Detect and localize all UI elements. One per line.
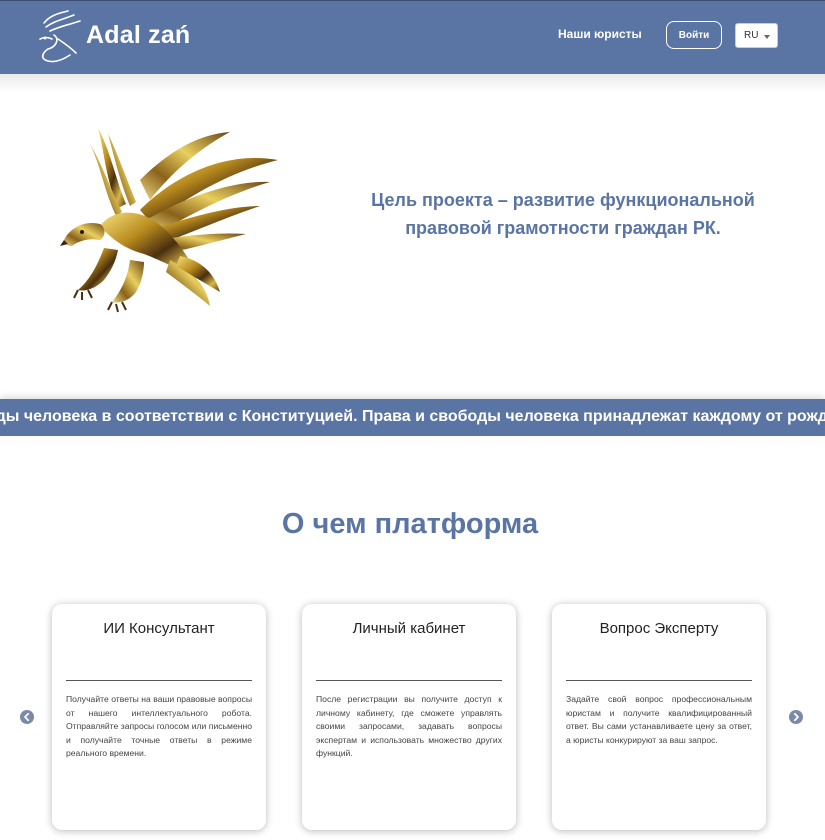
constitution-marquee: оды человека в соответствии с Конституци…	[0, 399, 825, 436]
section-title: О чем платформа	[281, 508, 539, 540]
card-title: ИИ Консультант	[103, 620, 215, 637]
feature-card-ai-consultant[interactable]: ИИ Консультант Получайте ответы на ваши …	[52, 604, 266, 830]
card-divider	[66, 680, 252, 681]
chevron-left-icon	[24, 712, 30, 722]
header-shadow	[0, 74, 825, 92]
carousel-prev-button[interactable]	[20, 710, 34, 724]
card-description: Задайте свой вопрос профессиональным юри…	[566, 694, 752, 745]
card-description: После регистрации вы получите доступ к л…	[316, 694, 502, 758]
card-description: Получайте ответы на ваши правовые вопрос…	[66, 694, 252, 758]
feature-card-ask-expert[interactable]: Вопрос Эксперту Задайте свой вопрос проф…	[552, 604, 766, 830]
card-divider	[566, 680, 752, 681]
eagle-logo-icon[interactable]	[34, 9, 84, 65]
card-title: Личный кабинет	[352, 620, 466, 637]
chevron-right-icon	[793, 712, 799, 722]
card-divider	[316, 680, 502, 681]
project-goal-tagline: Цель проекта – развитие функциональной п…	[371, 190, 755, 238]
login-button[interactable]: Войти	[666, 21, 722, 49]
brand-name[interactable]: Adal zań	[86, 21, 190, 50]
golden-eagle-illustration	[60, 128, 278, 313]
card-title: Вопрос Эксперту	[599, 620, 719, 637]
nav-our-lawyers-link[interactable]: Наши юристы	[558, 27, 642, 41]
carousel-next-button[interactable]	[789, 710, 803, 724]
caret-down-icon	[764, 35, 770, 39]
language-value: RU	[744, 30, 759, 41]
feature-card-personal-account[interactable]: Личный кабинет После регистрации вы полу…	[302, 604, 516, 830]
language-select[interactable]: RU	[735, 23, 778, 48]
marquee-text: оды человека в соответствии с Конституци…	[0, 408, 825, 425]
site-header: Adal zań Наши юристы Войти RU	[0, 0, 825, 74]
